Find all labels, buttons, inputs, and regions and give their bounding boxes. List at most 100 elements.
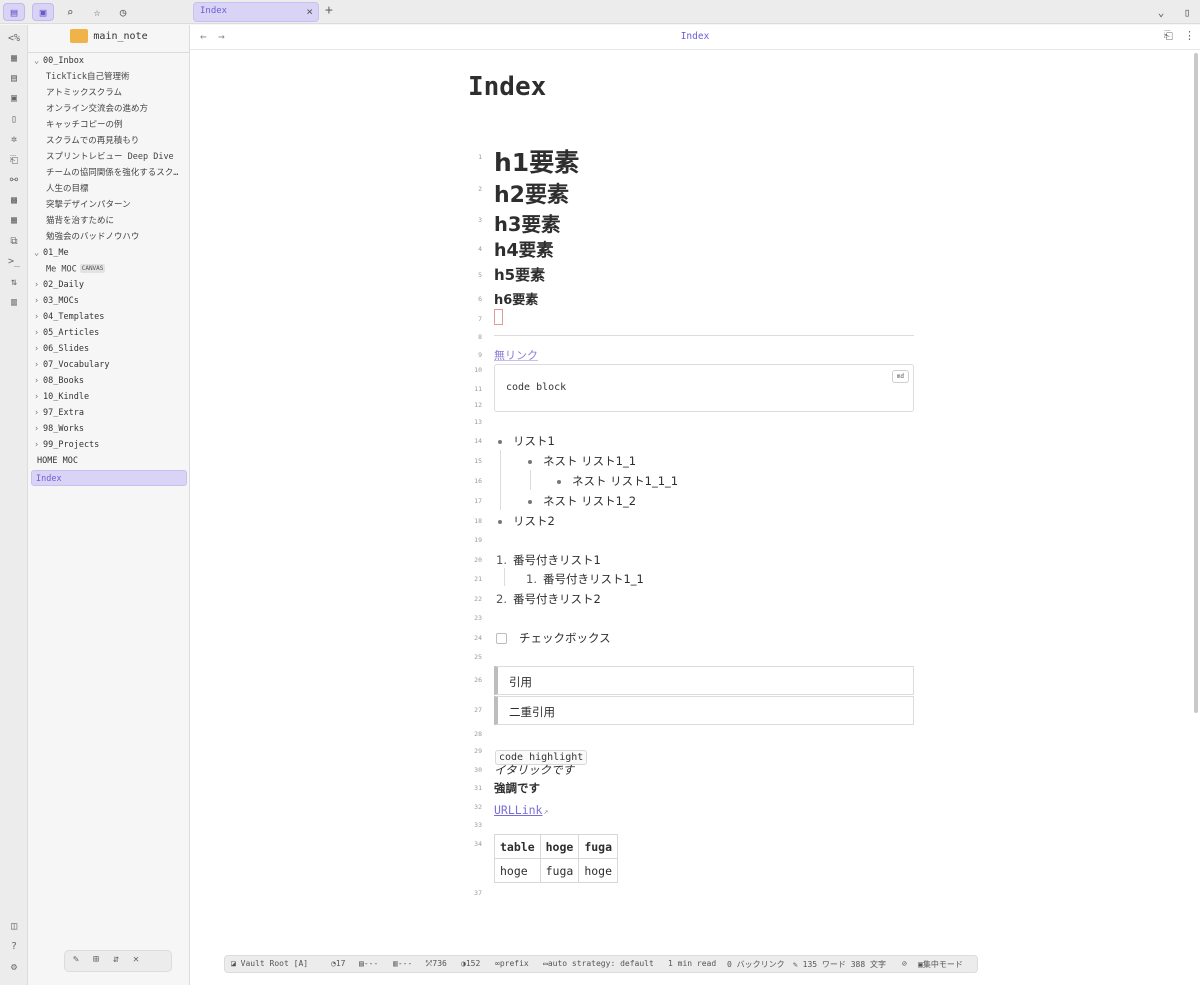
vault-root-indicator[interactable]: ◪ Vault Root [A]: [231, 959, 308, 968]
heading-3[interactable]: h3要素: [494, 208, 560, 237]
bold-text[interactable]: 強調です: [494, 780, 540, 796]
prefix-indicator[interactable]: ∞prefix: [495, 959, 529, 968]
vault-header[interactable]: main_note: [28, 29, 190, 49]
file-item[interactable]: チームの協同関係を強化するスク…: [28, 165, 190, 181]
table-cell[interactable]: hoge: [494, 858, 541, 883]
code-language-badge[interactable]: md: [891, 370, 909, 383]
table-cell[interactable]: table: [494, 834, 541, 859]
recent-clock-icon[interactable]: ◷: [112, 3, 134, 21]
file-item[interactable]: HOME MOC: [28, 453, 190, 469]
heading-6[interactable]: h6要素: [494, 289, 538, 308]
graph-icon[interactable]: ⚯: [4, 175, 24, 191]
heading-5[interactable]: h5要素: [494, 264, 545, 285]
right-sidebar-toggle-icon[interactable]: ▯: [1176, 3, 1198, 21]
list-item[interactable]: ネスト リスト1_1: [528, 453, 636, 469]
new-folder-icon[interactable]: ⊞: [93, 954, 99, 965]
folder-item[interactable]: › 08_Books: [28, 373, 190, 389]
italic-text[interactable]: イタリックです: [494, 762, 574, 778]
file-explorer-icon[interactable]: ▣: [32, 3, 54, 21]
sync-check-icon[interactable]: ⊘: [902, 959, 907, 968]
folder-item[interactable]: › 04_Templates: [28, 309, 190, 325]
calendar-icon[interactable]: ▦: [4, 53, 24, 69]
blockquote[interactable]: 引用: [494, 666, 914, 695]
ordered-list-item[interactable]: 2. 番号付きリスト2: [496, 591, 601, 607]
folder-item[interactable]: › 10_Kindle: [28, 389, 190, 405]
grid-icon[interactable]: ▩: [4, 195, 24, 211]
code-block[interactable]: code block md: [494, 364, 914, 412]
heading-4[interactable]: h4要素: [494, 237, 554, 262]
toggle-sidebar-icon[interactable]: ▤: [3, 3, 25, 21]
help-icon[interactable]: ?: [4, 941, 24, 957]
table-cell[interactable]: fuga: [539, 858, 580, 883]
backlinks-count[interactable]: 0 バックリンク: [727, 959, 785, 970]
daily-calendar-icon[interactable]: ▦: [4, 215, 24, 231]
folder-item[interactable]: › 05_Articles: [28, 325, 190, 341]
ordered-list-item[interactable]: 1. 番号付きリスト1: [496, 552, 601, 568]
external-link[interactable]: URLLink: [494, 803, 542, 817]
tab-index[interactable]: Index ×: [193, 2, 319, 22]
sort-icon[interactable]: ⇅: [4, 277, 24, 293]
sort-order-icon[interactable]: ⇵: [113, 954, 119, 965]
list-item[interactable]: リスト1: [498, 433, 555, 449]
tab-close-icon[interactable]: ×: [306, 5, 313, 18]
folder-item[interactable]: › 06_Slides: [28, 341, 190, 357]
copy-icon[interactable]: ⧉: [4, 236, 24, 252]
table-cell[interactable]: hoge: [578, 858, 619, 883]
external-link-line[interactable]: URLLink↗: [494, 799, 548, 818]
file-import-icon[interactable]: ⎗: [4, 155, 24, 171]
file-item[interactable]: Me MOC CANVAS: [28, 261, 190, 277]
focus-mode-toggle[interactable]: ▣集中モード: [918, 959, 963, 970]
file-item[interactable]: 猫背を治すために: [28, 213, 190, 229]
list-item[interactable]: ネスト リスト1_2: [528, 493, 636, 509]
terminal-icon[interactable]: >_: [4, 256, 24, 272]
file-item[interactable]: スプリントレビュー Deep Dive: [28, 149, 190, 165]
new-tab-button[interactable]: +: [325, 3, 333, 18]
folder-item[interactable]: › 98_Works: [28, 421, 190, 437]
unresolved-link[interactable]: 無リンク: [494, 347, 538, 363]
folder-item[interactable]: › 03_MOCs: [28, 293, 190, 309]
text-cursor[interactable]: [494, 309, 503, 325]
file-item[interactable]: アトミックスクラム: [28, 85, 190, 101]
collapse-all-icon[interactable]: ✕: [133, 954, 139, 965]
file-item[interactable]: 人生の目標: [28, 181, 190, 197]
tab-list-chevron-icon[interactable]: ⌄: [1150, 3, 1172, 21]
nested-blockquote[interactable]: 二重引用: [494, 696, 914, 725]
settings-gear-icon[interactable]: ⚙: [4, 962, 24, 978]
more-options-icon[interactable]: ⋮: [1184, 29, 1195, 42]
table-icon[interactable]: ▤: [4, 73, 24, 89]
file-item[interactable]: TickTick自己管理術: [28, 69, 190, 85]
checkbox[interactable]: [496, 633, 507, 644]
code-icon[interactable]: <%: [4, 33, 24, 49]
folder-item[interactable]: ⌄ 00_Inbox: [28, 53, 190, 69]
file-item[interactable]: オンライン交流会の進め方: [28, 101, 190, 117]
folder-item[interactable]: › 97_Extra: [28, 405, 190, 421]
search-icon[interactable]: ⌕: [59, 3, 81, 21]
reading-view-icon[interactable]: ⎗: [1164, 29, 1173, 43]
vault-switch-icon[interactable]: ◫: [4, 921, 24, 937]
bookmark-star-icon[interactable]: ☆: [86, 3, 108, 21]
folder-item[interactable]: › 99_Projects: [28, 437, 190, 453]
document-icon[interactable]: ▯: [4, 114, 24, 130]
ordered-list-item[interactable]: 1. 番号付きリスト1_1: [526, 571, 644, 587]
file-item-selected[interactable]: Index: [31, 470, 187, 486]
folder-item[interactable]: › 02_Daily: [28, 277, 190, 293]
file-item[interactable]: キャッチコピーの例: [28, 117, 190, 133]
folder-item[interactable]: › 07_Vocabulary: [28, 357, 190, 373]
list-item[interactable]: リスト2: [498, 513, 555, 529]
presentation-icon[interactable]: ▣: [4, 93, 24, 109]
layout-icon[interactable]: ▥: [4, 297, 24, 313]
file-item[interactable]: 突撃デザインパターン: [28, 197, 190, 213]
file-item[interactable]: 勉強会のバッドノウハウ: [28, 229, 190, 245]
markdown-table[interactable]: table hoge fuga hoge fuga hoge: [494, 834, 619, 883]
list-item[interactable]: ネスト リスト1_1_1: [557, 473, 678, 489]
heading-2[interactable]: h2要素: [494, 177, 569, 209]
heading-1[interactable]: h1要素: [494, 143, 579, 179]
strategy-indicator[interactable]: ▭auto strategy: default: [543, 959, 654, 968]
table-cell[interactable]: fuga: [578, 834, 619, 859]
settings-puzzle-icon[interactable]: ✲: [4, 134, 24, 150]
folder-item[interactable]: ⌄ 01_Me: [28, 245, 190, 261]
scrollbar[interactable]: [1194, 53, 1198, 713]
file-item[interactable]: スクラムでの再見積もり: [28, 133, 190, 149]
task-item[interactable]: チェックボックス: [496, 630, 611, 646]
note-title[interactable]: Index: [468, 72, 546, 102]
